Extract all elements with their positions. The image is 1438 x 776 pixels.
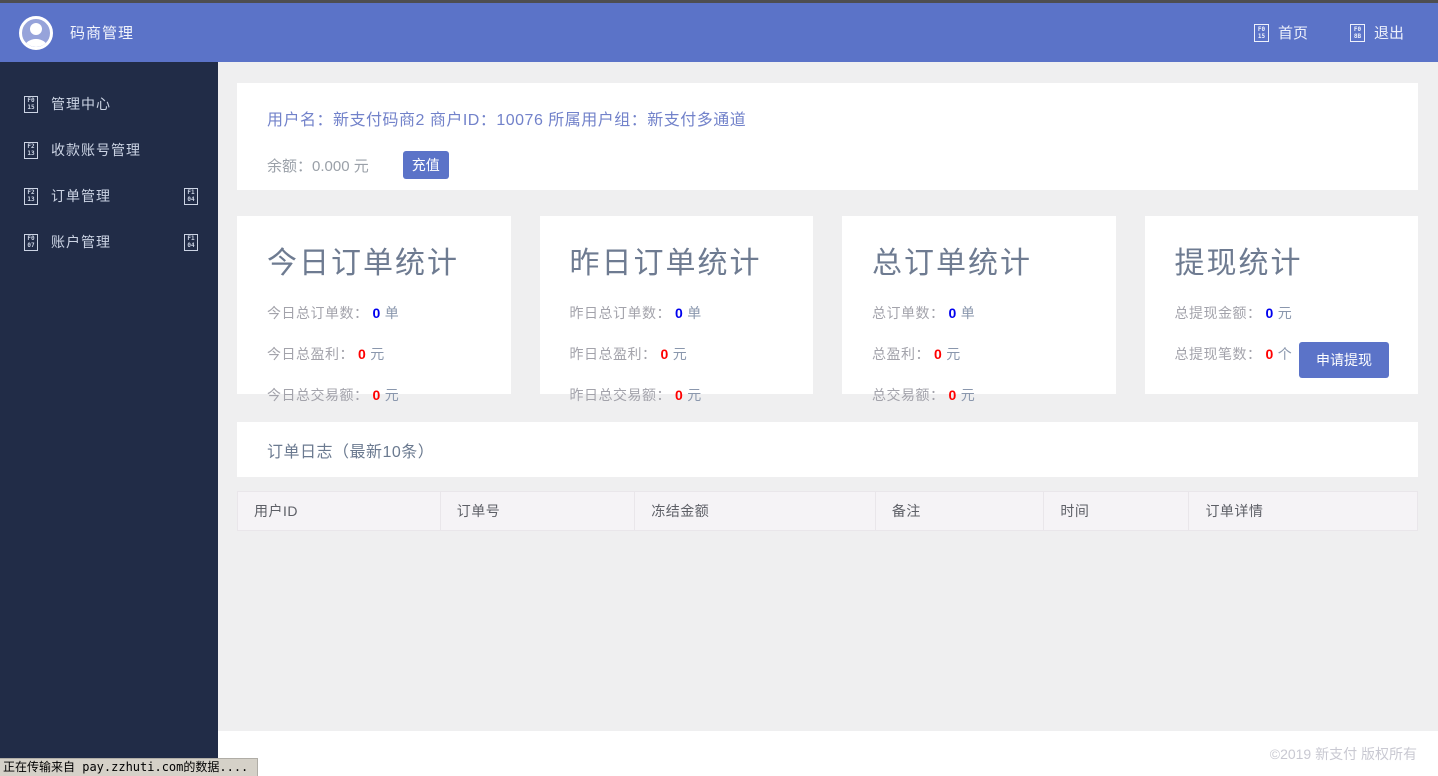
stat-line: 今日总订单数： 0 单 (267, 303, 481, 323)
column-header-0: 用户ID (238, 492, 441, 530)
copyright-text: ©2019 新支付 版权所有 (1269, 745, 1417, 762)
logout-icon: F0 8B (1349, 23, 1365, 42)
balance-text: 余额：0.000 元 (267, 157, 369, 175)
sidebar-item-order-management[interactable]: F2 13 订单管理 F1 04 (0, 173, 218, 219)
stat-line: 总提现金额： 0 元 (1175, 303, 1389, 323)
stat-line: 总交易额： 0 元 (872, 385, 1086, 405)
stat-card-1: 昨日订单统计 昨日总订单数： 0 单昨日总盈利： 0 元昨日总交易额： 0 元 (539, 216, 813, 403)
stat-unit: 个 (1277, 346, 1293, 362)
avatar-person-icon (30, 22, 42, 35)
withdraw-button[interactable]: 申请提现 (1299, 342, 1389, 378)
stat-unit: 元 (946, 346, 961, 362)
main-content: 用户名：新支付码商2 商户ID：10076 所属用户组：新支付多通道 余额：0.… (218, 62, 1438, 731)
header-nav-label: 首页 (1277, 25, 1308, 42)
header-nav: F0 15 首页 F0 8B 退出 (1253, 22, 1404, 43)
stat-label: 总交易额： (872, 387, 945, 403)
column-header-5: 订单详情 (1205, 503, 1264, 519)
sidebar-item-account-management[interactable]: F0 07 账户管理 F1 04 (0, 219, 218, 265)
order-log-title: 订单日志（最新10条） (267, 443, 435, 461)
card-icon: F2 13 (24, 141, 38, 159)
order-log-table-header: 用户ID 订单号 冻结金额 备注 时间 订单详情 (237, 491, 1418, 531)
header: 码商管理 F0 15 首页 F0 8B 退出 (0, 3, 1438, 62)
app-title: 码商管理 (70, 25, 135, 42)
column-header-1: 订单号 (441, 492, 636, 530)
stat-value: 0 (948, 387, 957, 403)
stat-line: 今日总盈利： 0 元 (267, 344, 481, 364)
sidebar-item-label: 订单管理 (51, 188, 111, 204)
stat-line: 今日总交易额： 0 元 (267, 385, 481, 405)
column-header-2: 冻结金额 (635, 492, 876, 530)
recharge-button[interactable]: 充值 (402, 151, 449, 179)
stat-unit: 元 (960, 387, 976, 403)
footer: ©2019 新支付 版权所有 (218, 731, 1438, 776)
user-info-card: 用户名：新支付码商2 商户ID：10076 所属用户组：新支付多通道 余额：0.… (237, 83, 1418, 190)
sidebar: F0 15 管理中心 F2 13 收款账号管理 F2 13 订单管理 F1 04 F0 07 账户管理 F1… (0, 62, 218, 760)
stat-value: 0 (372, 387, 381, 403)
stat-line: 总订单数： 0 单 (872, 303, 1086, 323)
stat-label: 今日总盈利： (267, 346, 354, 362)
stat-label: 昨日总盈利： (569, 346, 657, 362)
list-icon: F2 13 (24, 187, 38, 205)
stat-value: 0 (1265, 346, 1274, 362)
stat-line: 总盈利： 0 元 (872, 344, 1086, 364)
stat-value: 0 (934, 346, 943, 362)
stat-unit: 元 (370, 346, 385, 362)
stat-label: 今日总订单数： (267, 305, 369, 321)
sidebar-item-payment-accounts[interactable]: F2 13 收款账号管理 (0, 127, 218, 173)
stat-unit: 元 (384, 387, 400, 403)
stat-value: 0 (948, 305, 957, 321)
stat-label: 总盈利： (872, 346, 930, 362)
stat-card-title: 总订单统计 (872, 247, 1032, 280)
browser-status-bar: 正在传输来自 pay.zzhuti.com的数据.... (0, 758, 258, 776)
stat-value: 0 (1265, 305, 1274, 321)
chevron-left-icon: F1 04 (184, 187, 198, 205)
chevron-left-icon: F1 04 (184, 233, 198, 251)
stat-card-title: 提现统计 (1174, 247, 1303, 280)
stat-unit: 元 (687, 387, 702, 403)
stat-value: 0 (675, 305, 684, 321)
stat-unit: 单 (960, 305, 976, 321)
header-nav-home[interactable]: F0 15 首页 (1253, 22, 1308, 43)
stat-value: 0 (372, 305, 381, 321)
stat-label: 昨日总交易额： (569, 387, 671, 403)
header-nav-label: 退出 (1373, 25, 1404, 42)
stat-card-3: 提现统计 总提现金额： 0 元总提现笔数： 0 个申请提现 (1144, 216, 1418, 394)
column-header-3: 备注 (876, 492, 1045, 530)
avatar (19, 15, 53, 50)
stat-card-2: 总订单统计 总订单数： 0 单总盈利： 0 元总交易额： 0 元 (842, 216, 1116, 403)
stat-unit: 元 (1277, 305, 1293, 321)
stat-label: 今日总交易额： (267, 387, 369, 403)
stat-label: 总提现笔数： (1174, 346, 1262, 362)
stat-value: 0 (660, 346, 669, 362)
stat-value: 0 (675, 387, 684, 403)
sidebar-item-label: 管理中心 (51, 96, 111, 112)
sidebar-item-admin-center[interactable]: F0 15 管理中心 (0, 81, 218, 127)
home-icon: F0 15 (1253, 23, 1269, 42)
order-log-card: 订单日志（最新10条） (237, 422, 1418, 477)
stat-unit: 单 (384, 305, 400, 321)
home-icon: F0 15 (24, 95, 38, 113)
stat-label: 总订单数： (872, 305, 945, 321)
stat-unit: 单 (687, 305, 702, 321)
stat-unit: 元 (672, 346, 688, 362)
stat-card-0: 今日订单统计 今日总订单数： 0 单今日总盈利： 0 元今日总交易额： 0 元 (237, 216, 511, 403)
header-nav-logout[interactable]: F0 8B 退出 (1349, 22, 1404, 43)
stat-line: 昨日总交易额： 0 元 (570, 385, 784, 405)
stat-label: 昨日总订单数： (569, 305, 671, 321)
user-icon: F0 07 (24, 233, 38, 251)
stat-card-title: 昨日订单统计 (569, 247, 762, 280)
stat-label: 总提现金额： (1174, 305, 1262, 321)
sidebar-item-label: 收款账号管理 (51, 142, 141, 158)
stat-line: 昨日总订单数： 0 单 (570, 303, 784, 323)
stat-line: 昨日总盈利： 0 元 (570, 344, 784, 364)
stat-value: 0 (358, 346, 367, 362)
sidebar-item-label: 账户管理 (51, 234, 111, 250)
user-info-line: 用户名：新支付码商2 商户ID：10076 所属用户组：新支付多通道 (267, 112, 747, 129)
stat-cards-row: 今日订单统计 今日总订单数： 0 单今日总盈利： 0 元今日总交易额： 0 元昨日订单统计 昨日… (237, 216, 1418, 403)
column-header-4: 时间 (1044, 492, 1190, 530)
stat-card-title: 今日订单统计 (267, 247, 459, 280)
